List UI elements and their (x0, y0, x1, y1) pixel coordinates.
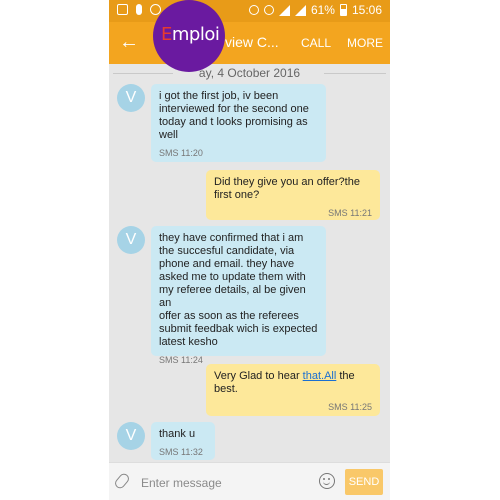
message-bubble-incoming[interactable]: i got the first job, iv been interviewed… (151, 84, 326, 162)
message-text: Did they give you an offer?the first one… (214, 176, 360, 201)
vibrate-icon (263, 5, 274, 15)
message-timestamp: SMS 11:20 (159, 148, 203, 158)
battery-percent: 61% (310, 3, 335, 17)
date-divider-right (324, 73, 386, 74)
conversation-title: view C... (225, 34, 279, 50)
microphone-notification-icon (136, 4, 142, 15)
paperclip-icon[interactable] (113, 471, 131, 491)
contact-avatar[interactable]: V (117, 84, 145, 112)
message-timestamp: SMS 11:21 (328, 208, 372, 218)
message-text: thank u (159, 428, 196, 440)
message-bubble-outgoing[interactable]: Did they give you an offer?the first one… (206, 170, 380, 220)
back-arrow-icon[interactable]: ← (119, 31, 139, 53)
clock: 15:06 (351, 3, 382, 17)
message-text-part: Very Glad to hear (214, 370, 303, 382)
message-bubble-incoming[interactable]: thank u SMS 11:32 (151, 422, 215, 460)
phone-screen: 61% 15:06 ← view C... CALL MORE ay, 4 Oc… (109, 0, 390, 500)
status-bar: 61% 15:06 (109, 0, 390, 22)
message-timestamp: SMS 11:25 (328, 402, 372, 412)
date-separator: ay, 4 October 2016 (198, 66, 301, 80)
logo-letters: mploi (171, 24, 220, 45)
send-button[interactable]: SEND (345, 469, 383, 495)
contact-avatar[interactable]: V (117, 226, 145, 254)
alarm-icon (248, 5, 259, 15)
signal-icon (294, 4, 306, 16)
emploi-logo: Emploi (153, 0, 225, 72)
message-text: Very Glad to hear that.All the best. (214, 370, 372, 396)
wifi-icon (278, 4, 290, 16)
battery-icon (339, 4, 347, 16)
compose-bar: SEND (109, 462, 390, 500)
gallery-notification-icon (117, 4, 128, 15)
call-button[interactable]: CALL (301, 36, 331, 50)
emoji-icon[interactable] (319, 473, 335, 489)
more-button[interactable]: MORE (347, 36, 383, 50)
logo-text: Emploi (161, 24, 220, 45)
message-text: they have confirmed that i am the succes… (159, 232, 318, 348)
message-bubble-incoming[interactable]: they have confirmed that i am the succes… (151, 226, 326, 365)
message-text: i got the first job, iv been interviewed… (159, 90, 309, 141)
message-bubble-outgoing[interactable]: Very Glad to hear that.All the best. SMS… (206, 364, 380, 416)
message-input[interactable] (139, 471, 313, 495)
message-link[interactable]: that.All (303, 370, 337, 382)
contact-avatar[interactable]: V (117, 422, 145, 450)
message-timestamp: SMS 11:32 (159, 447, 203, 457)
logo-letter-e: E (161, 24, 172, 45)
app-header: ← view C... CALL MORE (109, 22, 390, 64)
